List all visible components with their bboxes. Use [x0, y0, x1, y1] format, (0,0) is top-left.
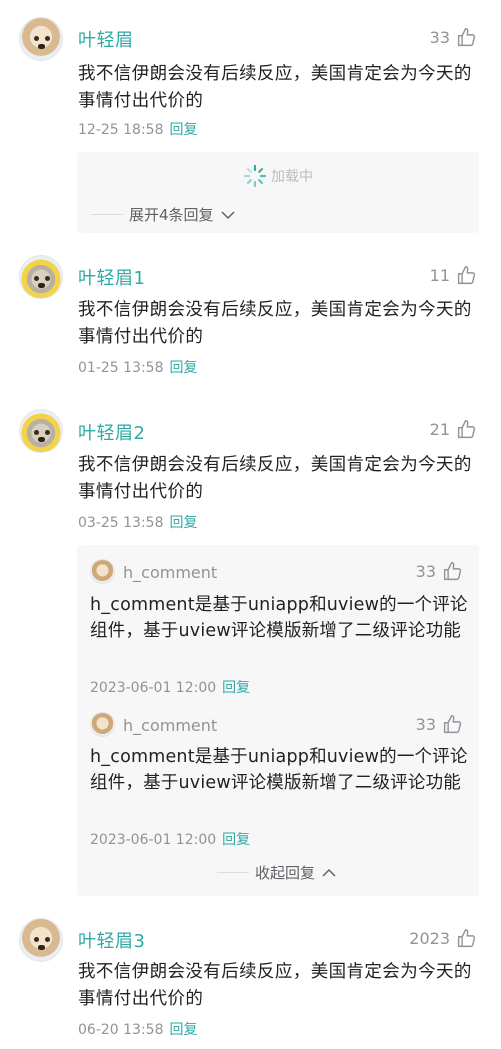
- reply-button[interactable]: 回复: [169, 360, 197, 376]
- thumbs-up-icon[interactable]: [456, 419, 477, 440]
- like-count: 21: [429, 420, 450, 439]
- reply-item: h_comment 33 h_comment是基于uniapp和uview的一个…: [77, 545, 479, 700]
- comment-author[interactable]: 叶轻眉1: [78, 264, 145, 290]
- dog-avatar-icon[interactable]: [19, 255, 63, 299]
- like-button[interactable]: 2023: [409, 928, 477, 949]
- reply-button[interactable]: 回复: [169, 122, 197, 138]
- reply-item: h_comment 33 h_comment是基于uniapp和uview的一个…: [77, 698, 479, 853]
- reply-button[interactable]: 回复: [222, 680, 250, 696]
- comment-item: 叶轻眉3 2023 我不信伊朗会没有后续反应，美国肯定会为今天的事情付出代价的 …: [0, 900, 501, 1049]
- dog-avatar-icon[interactable]: [19, 409, 63, 453]
- dog-avatar-icon[interactable]: [90, 559, 115, 584]
- reply-author[interactable]: h_comment: [123, 716, 217, 735]
- reply-meta: 2023-06-01 12:00 回复: [90, 677, 250, 697]
- comment-meta: 12-25 18:58 回复: [78, 119, 197, 139]
- reply-button[interactable]: 回复: [169, 515, 197, 531]
- comment-date: 06-20 13:58: [78, 1022, 164, 1038]
- chevron-up-icon: [322, 868, 336, 877]
- chevron-down-icon: [221, 210, 235, 219]
- thumbs-up-icon[interactable]: [456, 265, 477, 286]
- like-button[interactable]: 11: [430, 265, 477, 286]
- like-count: 33: [429, 28, 450, 47]
- comment-content: 我不信伊朗会没有后续反应，美国肯定会为今天的事情付出代价的: [78, 300, 472, 347]
- comment-content: 我不信伊朗会没有后续反应，美国肯定会为今天的事情付出代价的: [78, 962, 472, 1009]
- thumbs-up-icon[interactable]: [456, 928, 477, 949]
- reply-meta: 2023-06-01 12:00 回复: [90, 829, 250, 849]
- reply-content: h_comment是基于uniapp和uview的一个评论组件，基于uview评…: [90, 747, 468, 793]
- comment-author[interactable]: 叶轻眉: [78, 26, 134, 52]
- reply-button[interactable]: 回复: [222, 832, 250, 848]
- like-button[interactable]: 33: [430, 27, 477, 48]
- comment-item: 叶轻眉1 11 我不信伊朗会没有后续反应，美国肯定会为今天的事情付出代价的 01…: [0, 240, 501, 390]
- comment-meta: 06-20 13:58 回复: [78, 1019, 197, 1039]
- replies-panel: h_comment 33 h_comment是基于uniapp和uview的一个…: [77, 545, 479, 896]
- comment-author[interactable]: 叶轻眉2: [78, 419, 145, 445]
- replies-panel: 加载中 展开4条回复: [77, 152, 479, 233]
- loading-spinner-icon: [243, 164, 267, 188]
- comment-content: 我不信伊朗会没有后续反应，美国肯定会为今天的事情付出代价的: [78, 455, 472, 502]
- thumbs-up-icon[interactable]: [442, 714, 463, 735]
- thumbs-up-icon[interactable]: [456, 27, 477, 48]
- like-count: 33: [415, 715, 436, 734]
- comment-author[interactable]: 叶轻眉3: [78, 927, 145, 953]
- like-button[interactable]: 33: [416, 714, 463, 735]
- thumbs-up-icon[interactable]: [442, 561, 463, 582]
- comment-date: 01-25 13:58: [78, 360, 164, 376]
- like-count: 33: [415, 562, 436, 581]
- reply-date: 2023-06-01 12:00: [90, 680, 217, 696]
- loading-indicator: 加载中: [77, 164, 479, 188]
- dog-avatar-icon[interactable]: [19, 918, 63, 962]
- reply-content: h_comment是基于uniapp和uview的一个评论组件，基于uview评…: [90, 595, 468, 641]
- like-count: 11: [429, 266, 450, 285]
- comment-date: 12-25 18:58: [78, 122, 164, 138]
- like-count: 2023: [409, 929, 450, 948]
- comment-item: 叶轻眉2 21 我不信伊朗会没有后续反应，美国肯定会为今天的事情付出代价的 03…: [0, 395, 501, 900]
- like-button[interactable]: 21: [430, 419, 477, 440]
- expand-replies-button[interactable]: 展开4条回复: [91, 204, 236, 225]
- dog-avatar-icon[interactable]: [90, 712, 115, 737]
- loading-text: 加载中: [271, 169, 313, 185]
- comment-date: 03-25 13:58: [78, 515, 164, 531]
- comment-content: 我不信伊朗会没有后续反应，美国肯定会为今天的事情付出代价的: [78, 64, 472, 111]
- reply-author[interactable]: h_comment: [123, 563, 217, 582]
- divider-line: [217, 872, 249, 873]
- reply-date: 2023-06-01 12:00: [90, 832, 217, 848]
- reply-button[interactable]: 回复: [169, 1022, 197, 1038]
- collapse-replies-button[interactable]: 收起回复: [217, 862, 337, 883]
- comment-meta: 03-25 13:58 回复: [78, 512, 197, 532]
- dog-avatar-icon[interactable]: [19, 17, 63, 61]
- comment-meta: 01-25 13:58 回复: [78, 357, 197, 377]
- comment-item: 叶轻眉 33 我不信伊朗会没有后续反应，美国肯定会为今天的事情付出代价的 12-…: [0, 0, 501, 240]
- expand-label: 展开4条回复: [129, 206, 214, 224]
- divider-line: [91, 214, 123, 215]
- like-button[interactable]: 33: [416, 561, 463, 582]
- collapse-label: 收起回复: [255, 864, 316, 882]
